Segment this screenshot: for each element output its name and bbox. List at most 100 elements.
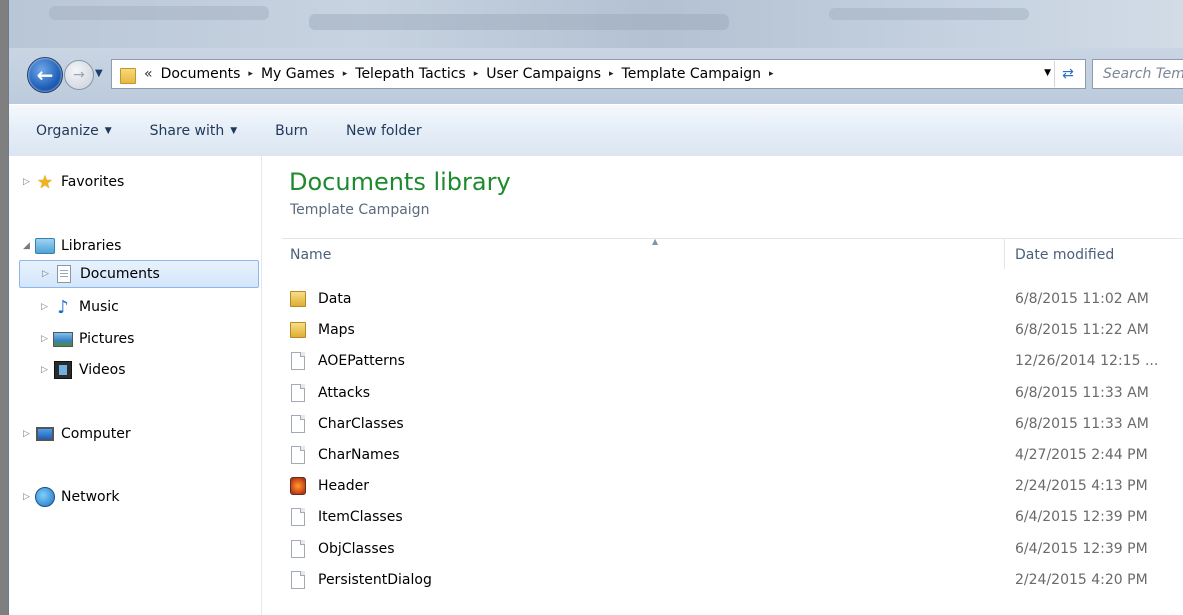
share-with-button[interactable]: Share with ▼ (150, 123, 237, 139)
refresh-button[interactable]: ⇄ (1054, 61, 1081, 87)
expand-arrow-icon[interactable]: ▷ (41, 365, 53, 375)
sidebar-item-libraries[interactable]: ◢ Libraries (23, 232, 121, 260)
sidebar-item-computer[interactable]: ▷ Computer (23, 420, 131, 448)
column-divider[interactable] (1004, 239, 1005, 269)
file-icon (290, 571, 306, 589)
sidebar-item-pictures[interactable]: ▷ Pictures (41, 325, 134, 353)
forward-button[interactable]: → (64, 60, 94, 90)
file-name: CharClasses (318, 416, 404, 432)
file-date: 6/8/2015 11:02 AM (1015, 291, 1149, 307)
breadcrumb-overflow[interactable]: « (144, 66, 159, 82)
expand-arrow-icon[interactable]: ▷ (23, 492, 35, 502)
chevron-down-icon: ▼ (230, 125, 238, 136)
share-with-label: Share with (149, 122, 225, 139)
breadcrumb-documents[interactable]: Documents (159, 66, 243, 82)
breadcrumb-my-games[interactable]: My Games (259, 66, 337, 82)
table-row[interactable]: CharNames 4/27/2015 2:44 PM (290, 440, 1170, 470)
library-icon (35, 237, 55, 255)
arrow-right-icon: → (73, 67, 85, 83)
column-header-name[interactable]: Name (290, 247, 331, 263)
recent-pages-button[interactable]: ▼ (95, 68, 105, 80)
folder-icon (290, 290, 306, 308)
command-bar: Organize ▼ Share with ▼ Burn New folder (9, 104, 1183, 157)
table-row[interactable]: CharClasses 6/8/2015 11:33 AM (290, 409, 1170, 439)
file-name: CharNames (318, 447, 400, 463)
table-row[interactable]: PersistentDialog 2/24/2015 4:20 PM (290, 565, 1170, 595)
title-bar-blur (829, 8, 1029, 20)
sidebar-item-label: Music (79, 299, 119, 315)
folder-icon (290, 321, 306, 339)
breadcrumb-telepath-tactics[interactable]: Telepath Tactics (353, 66, 467, 82)
arrow-left-icon: ← (36, 63, 54, 87)
table-row[interactable]: ObjClasses 6/4/2015 12:39 PM (290, 534, 1170, 564)
expand-arrow-icon[interactable]: ▷ (23, 429, 35, 439)
table-row[interactable]: ItemClasses 6/4/2015 12:39 PM (290, 502, 1170, 532)
title-bar-blur (309, 14, 729, 30)
sidebar-item-music[interactable]: ▷ ♪ Music (41, 293, 119, 321)
file-name: Header (318, 478, 369, 494)
file-list-pane: Documents library Template Campaign ▲ Na… (262, 156, 1183, 615)
sidebar-item-documents[interactable]: ▷ Documents (19, 260, 259, 288)
search-input[interactable]: Search Temp (1092, 59, 1183, 89)
collapse-arrow-icon[interactable]: ◢ (23, 241, 35, 251)
file-icon (290, 352, 306, 370)
breadcrumb-separator-icon[interactable]: ▸ (763, 69, 780, 79)
back-button[interactable]: ← (27, 57, 63, 93)
file-date: 2/24/2015 4:20 PM (1015, 572, 1148, 588)
chevron-down-icon: ▼ (1044, 68, 1051, 78)
table-row[interactable]: Attacks 6/8/2015 11:33 AM (290, 378, 1170, 408)
file-date: 12/26/2014 12:15 ... (1015, 353, 1159, 369)
new-folder-label: New folder (346, 122, 422, 139)
organize-button[interactable]: Organize ▼ (36, 123, 112, 139)
file-name: Attacks (318, 385, 370, 401)
breadcrumb-separator-icon[interactable]: ▸ (242, 69, 259, 79)
film-icon (53, 361, 73, 379)
network-icon (35, 487, 55, 507)
address-dropdown-button[interactable]: ▼ (1044, 68, 1051, 78)
expand-arrow-icon[interactable]: ▷ (41, 334, 53, 344)
table-row[interactable]: AOEPatterns 12/26/2014 12:15 ... (290, 346, 1170, 376)
file-name: Maps (318, 322, 355, 338)
file-icon (290, 415, 306, 433)
breadcrumb-separator-icon[interactable]: ▸ (603, 69, 620, 79)
chevron-down-icon: ▼ (95, 68, 103, 79)
sidebar-item-label: Libraries (61, 238, 122, 254)
burn-label: Burn (275, 122, 309, 139)
burn-button[interactable]: Burn (275, 123, 308, 139)
file-name: PersistentDialog (318, 572, 432, 588)
breadcrumb-user-campaigns[interactable]: User Campaigns (484, 66, 603, 82)
expand-arrow-icon[interactable]: ▷ (42, 269, 54, 279)
music-note-icon: ♪ (57, 296, 69, 318)
image-file-icon (290, 477, 306, 495)
expand-arrow-icon[interactable]: ▷ (41, 302, 53, 312)
table-row[interactable]: Data 6/8/2015 11:02 AM (290, 284, 1170, 314)
column-header-date-modified[interactable]: Date modified (1015, 247, 1114, 263)
file-date: 6/8/2015 11:22 AM (1015, 322, 1149, 338)
breadcrumb-template-campaign[interactable]: Template Campaign (620, 66, 763, 82)
table-row[interactable]: Maps 6/8/2015 11:22 AM (290, 315, 1170, 345)
page-subtitle[interactable]: Template Campaign (290, 202, 429, 218)
page-title: Documents library (289, 168, 511, 196)
sidebar-item-favorites[interactable]: ▷ ★ Favorites (23, 168, 124, 196)
file-name: Data (318, 291, 352, 307)
sidebar-item-network[interactable]: ▷ Network (23, 483, 119, 511)
expand-arrow-icon[interactable]: ▷ (23, 177, 35, 187)
breadcrumb-separator-icon[interactable]: ▸ (337, 69, 354, 79)
sidebar-item-label: Documents (80, 266, 160, 282)
folder-icon (118, 64, 136, 84)
file-name: ItemClasses (318, 509, 403, 525)
file-icon (290, 508, 306, 526)
breadcrumb-separator-icon[interactable]: ▸ (468, 69, 485, 79)
picture-icon (53, 330, 73, 348)
file-date: 4/27/2015 2:44 PM (1015, 447, 1148, 463)
table-row[interactable]: Header 2/24/2015 4:13 PM (290, 471, 1170, 501)
sidebar-item-videos[interactable]: ▷ Videos (41, 356, 126, 384)
file-name: AOEPatterns (318, 353, 405, 369)
star-icon: ★ (36, 171, 54, 193)
sidebar-item-label: Computer (61, 426, 131, 442)
file-date: 2/24/2015 4:13 PM (1015, 478, 1148, 494)
new-folder-button[interactable]: New folder (346, 123, 422, 139)
organize-label: Organize (36, 122, 99, 139)
document-icon (54, 265, 74, 283)
address-bar[interactable]: « Documents ▸ My Games ▸ Telepath Tactic… (111, 59, 1086, 89)
